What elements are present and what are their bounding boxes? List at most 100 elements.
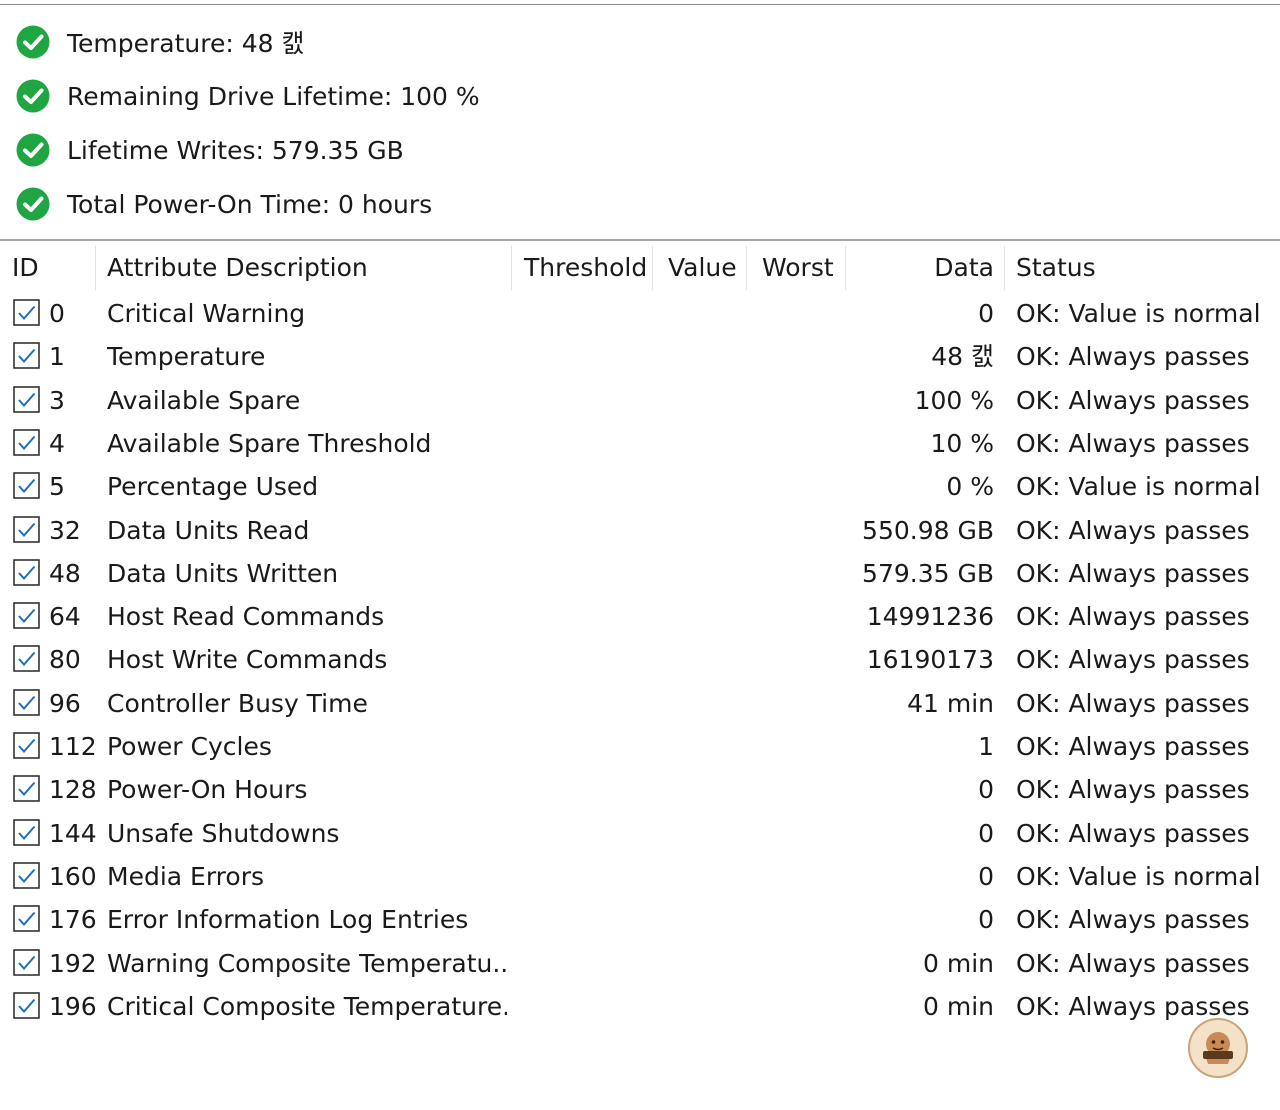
attribute-description: Power-On Hours xyxy=(107,775,308,805)
summary-text: Lifetime Writes: 579.35 GB xyxy=(67,135,404,165)
row-checkbox[interactable] xyxy=(13,645,40,673)
attribute-id: 196 xyxy=(49,991,97,1021)
attribute-description: Power Cycles xyxy=(107,732,272,761)
attribute-status: OK: Always passes xyxy=(1016,385,1250,415)
column-header-threshold[interactable]: Threshold xyxy=(524,244,647,292)
row-checkbox[interactable] xyxy=(13,342,40,370)
table-row[interactable]: 112 Power Cycles 1 OK: Always passes xyxy=(0,725,1280,768)
row-checkbox[interactable] xyxy=(13,385,40,413)
row-checkbox[interactable] xyxy=(13,688,40,716)
attribute-id: 192 xyxy=(49,948,97,978)
row-checkbox[interactable] xyxy=(13,775,40,803)
attribute-id: 0 xyxy=(49,299,65,328)
table-row[interactable]: 176 Error Information Log Entries 0 OK: Alw… xyxy=(0,898,1280,941)
row-checkbox[interactable] xyxy=(13,558,40,586)
attribute-data: 0 xyxy=(978,818,994,848)
table-row[interactable]: 4 Available Spare Threshold 10 % OK: Always… xyxy=(0,422,1280,465)
attribute-id: 5 xyxy=(49,472,65,502)
attribute-id: 1 xyxy=(49,342,65,372)
attribute-status: OK: Value is normal xyxy=(1016,299,1261,328)
column-separator[interactable] xyxy=(845,246,846,290)
summary-item-lifetime-writes: Lifetime Writes: 579.35 GB xyxy=(16,130,404,170)
row-checkbox[interactable] xyxy=(13,862,40,889)
section-divider xyxy=(0,239,1280,241)
attribute-data: 14991236 xyxy=(866,602,994,632)
table-row[interactable]: 5 Percentage Used 0 % OK: Value is normal xyxy=(0,465,1280,508)
attribute-description: Data Units Written xyxy=(107,558,339,588)
attribute-id: 128 xyxy=(49,775,97,805)
row-checkbox[interactable] xyxy=(13,905,40,932)
table-row[interactable]: 160 Media Errors 0 OK: Value is normal xyxy=(0,855,1280,898)
top-border xyxy=(0,4,1280,5)
table-row[interactable]: 64 Host Read Commands 14991236 OK: Always p… xyxy=(0,595,1280,638)
table-row[interactable]: 48 Data Units Written 579.35 GB OK: Always … xyxy=(0,552,1280,595)
column-separator[interactable] xyxy=(95,246,96,290)
attribute-description: Warning Composite Temperatu... xyxy=(107,948,507,978)
attribute-id: 4 xyxy=(49,428,65,458)
check-circle-icon xyxy=(16,79,50,113)
row-checkbox[interactable] xyxy=(13,472,40,499)
attribute-status: OK: Always passes xyxy=(1016,602,1250,632)
table-row[interactable]: 196 Critical Composite Temperature... 0 mi… xyxy=(0,985,1280,1028)
attribute-description: Available Spare xyxy=(107,385,301,415)
villain-watermark-logo xyxy=(1188,1018,1248,1078)
attribute-status: OK: Always passes xyxy=(1016,558,1250,588)
attribute-data: 0 xyxy=(978,905,994,935)
attribute-description: Data Units Read xyxy=(107,515,310,545)
attribute-id: 96 xyxy=(49,688,81,718)
attribute-status: OK: Always passes xyxy=(1016,775,1250,805)
column-separator[interactable] xyxy=(652,246,653,290)
attribute-id: 3 xyxy=(49,385,65,415)
attribute-data: 41 min xyxy=(907,688,994,718)
check-circle-icon xyxy=(16,187,50,221)
summary-item-temperature: Temperature: 48 캜 xyxy=(16,22,305,62)
row-checkbox[interactable] xyxy=(13,602,40,629)
table-row[interactable]: 80 Host Write Commands 16190173 OK: Always … xyxy=(0,638,1280,681)
row-checkbox[interactable] xyxy=(13,818,40,846)
attribute-data: 100 % xyxy=(914,385,994,415)
attribute-status: OK: Always passes xyxy=(1016,688,1250,718)
row-checkbox[interactable] xyxy=(13,429,40,456)
attribute-data: 579.35 GB xyxy=(862,558,994,588)
table-row[interactable]: 144 Unsafe Shutdowns 0 OK: Always passes xyxy=(0,812,1280,855)
table-row[interactable]: 0 Critical Warning 0 OK: Value is normal xyxy=(0,292,1280,335)
row-checkbox[interactable] xyxy=(13,299,40,326)
row-checkbox[interactable] xyxy=(13,991,40,1019)
attribute-data: 550.98 GB xyxy=(862,515,994,545)
attribute-id: 160 xyxy=(49,861,97,891)
table-row[interactable]: 3 Available Spare 100 % OK: Always passes xyxy=(0,379,1280,422)
attribute-data: 48 캜 xyxy=(931,342,994,372)
table-row[interactable]: 128 Power-On Hours 0 OK: Always passes xyxy=(0,768,1280,811)
attribute-status: OK: Value is normal xyxy=(1016,861,1261,891)
column-header-status[interactable]: Status xyxy=(1016,244,1096,292)
attribute-id: 144 xyxy=(49,818,97,848)
row-checkbox[interactable] xyxy=(13,948,40,976)
attribute-data: 0 min xyxy=(923,991,994,1021)
column-header-data[interactable]: Data xyxy=(934,244,994,292)
attribute-id: 32 xyxy=(49,515,81,545)
attribute-description: Available Spare Threshold xyxy=(107,428,432,458)
attribute-description: Unsafe Shutdowns xyxy=(107,818,340,848)
column-separator[interactable] xyxy=(1004,246,1005,290)
column-header-id[interactable]: ID xyxy=(12,244,39,292)
row-checkbox[interactable] xyxy=(13,732,40,759)
attribute-id: 176 xyxy=(49,905,97,935)
column-header-worst[interactable]: Worst xyxy=(762,244,834,292)
table-row[interactable]: 1 Temperature 48 캜 OK: Always passes xyxy=(0,335,1280,378)
table-row[interactable]: 32 Data Units Read 550.98 GB OK: Always pas… xyxy=(0,509,1280,552)
column-separator[interactable] xyxy=(511,246,512,290)
summary-text: Remaining Drive Lifetime: 100 % xyxy=(67,81,480,111)
table-row[interactable]: 192 Warning Composite Temperatu... 0 min OK… xyxy=(0,942,1280,985)
column-separator[interactable] xyxy=(746,246,747,290)
attribute-status: OK: Always passes xyxy=(1016,428,1250,458)
attribute-data: 0 % xyxy=(946,472,994,502)
attribute-data: 0 xyxy=(978,299,994,328)
table-row[interactable]: 96 Controller Busy Time 41 min OK: Always p… xyxy=(0,682,1280,725)
column-header-value[interactable]: Value xyxy=(668,244,737,292)
attribute-data: 10 % xyxy=(930,428,994,458)
attribute-data: 0 xyxy=(978,775,994,805)
column-header-description[interactable]: Attribute Description xyxy=(107,244,368,292)
check-circle-icon xyxy=(16,25,50,59)
attribute-table-header: ID Attribute Description Threshold Value… xyxy=(0,244,1280,292)
row-checkbox[interactable] xyxy=(13,515,40,543)
